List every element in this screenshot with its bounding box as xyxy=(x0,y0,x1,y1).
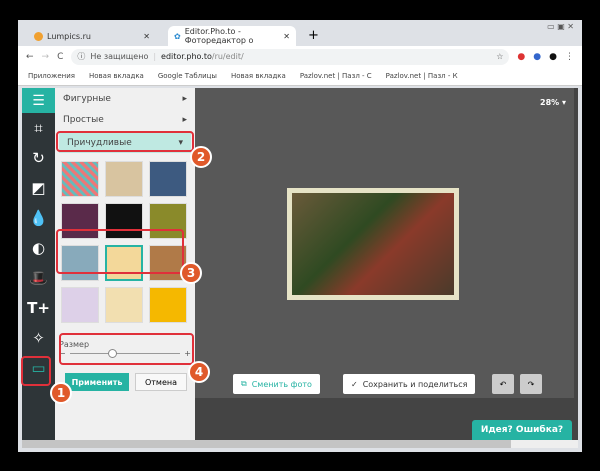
tab-title: Lumpics.ru xyxy=(47,31,91,41)
crop-icon[interactable]: ⌗ xyxy=(22,113,55,143)
frame-thumbnail[interactable] xyxy=(61,161,99,197)
forward-icon[interactable]: → xyxy=(42,52,50,62)
scrollbar-thumb[interactable] xyxy=(22,440,512,448)
frame-thumbnail[interactable] xyxy=(149,161,187,197)
chevron-right-icon: ▸ xyxy=(182,114,187,125)
hamburger-icon[interactable]: ☰ xyxy=(22,88,55,113)
url-path: /ru/edit/ xyxy=(211,52,244,61)
window-controls[interactable]: ▭ ▣ ✕ xyxy=(547,22,574,31)
redo-button[interactable]: ↷ xyxy=(520,374,542,394)
highlight-category xyxy=(56,131,194,152)
hat-icon[interactable]: 🎩 xyxy=(22,263,55,293)
favicon-icon: ✿ xyxy=(174,31,181,41)
url-host: editor.pho.to xyxy=(161,52,212,61)
highlight-size xyxy=(59,333,194,365)
back-icon[interactable]: ← xyxy=(26,52,34,62)
info-icon: ⓘ xyxy=(77,52,86,61)
undo-button[interactable]: ↶ xyxy=(492,374,514,394)
contrast-icon[interactable]: ◐ xyxy=(22,233,55,263)
tab-lumpics[interactable]: Lumpics.ru ✕ xyxy=(28,26,156,46)
photo-preview xyxy=(287,188,459,300)
tab-editor[interactable]: ✿ Editor.Pho.to - Фоторедактор о ✕ xyxy=(168,26,296,46)
zoom-level: 28% xyxy=(540,98,560,107)
bookmark-item[interactable]: Новая вкладка xyxy=(89,72,144,80)
bookmark-item[interactable]: Pazlov.net | Пазл - С xyxy=(300,72,372,80)
zoom-dropdown[interactable]: 28% ▾ xyxy=(540,98,566,107)
category-simple[interactable]: Простые ▸ xyxy=(55,109,195,130)
favicon-icon xyxy=(34,31,43,41)
step-badge: 4 xyxy=(188,361,210,383)
apply-button[interactable]: Применить xyxy=(65,373,129,391)
feedback-button[interactable]: Идея? Ошибка? xyxy=(472,420,572,440)
bookmark-item[interactable]: Pazlov.net | Пазл - К xyxy=(386,72,458,80)
category-label: Простые xyxy=(63,114,104,125)
security-label: Не защищено xyxy=(90,52,149,61)
tool-sidebar: ☰ ⌗ ↻ ◩ 💧 ◐ 🎩 T+ ✧ ▭ xyxy=(22,88,55,440)
frame-thumbnail[interactable] xyxy=(149,287,187,323)
address-bar[interactable]: ⓘ Не защищено | editor.pho.to/ru/edit/☆ xyxy=(71,48,510,65)
text-icon[interactable]: T+ xyxy=(22,293,55,323)
exposure-icon[interactable]: ◩ xyxy=(22,173,55,203)
change-photo-button[interactable]: ⧉ Сменить фото xyxy=(233,374,320,394)
close-icon[interactable]: ✕ xyxy=(143,32,150,41)
star-icon[interactable]: ☆ xyxy=(496,52,503,61)
bookmark-item[interactable]: Новая вкладка xyxy=(231,72,286,80)
cancel-button[interactable]: Отмена xyxy=(135,373,187,391)
tab-title: Editor.Pho.to - Фоторедактор о xyxy=(184,27,254,45)
highlight-frames xyxy=(56,229,184,274)
magic-wand-icon[interactable]: ✧ xyxy=(22,323,55,353)
bookmark-item[interactable]: Google Таблицы xyxy=(158,72,217,80)
menu-icon[interactable]: ⋮ xyxy=(565,52,574,62)
new-tab-button[interactable]: + xyxy=(308,28,319,43)
category-label: Фигурные xyxy=(63,93,111,104)
frame-thumbnail[interactable] xyxy=(61,287,99,323)
step-badge: 3 xyxy=(180,262,202,284)
extension-icon[interactable]: ● xyxy=(533,52,541,62)
photos-icon: ⧉ xyxy=(241,379,247,388)
horizontal-scrollbar[interactable] xyxy=(22,440,578,448)
button-label: Сохранить и поделиться xyxy=(362,379,468,389)
chevron-right-icon: ▸ xyxy=(182,93,187,104)
extension-icon[interactable]: ● xyxy=(517,52,525,62)
frame-thumbnail[interactable] xyxy=(105,161,143,197)
step-badge: 2 xyxy=(190,146,212,168)
highlight-frame-tool xyxy=(21,356,51,386)
bookmark-apps[interactable]: Приложения xyxy=(28,72,75,80)
avatar[interactable]: ● xyxy=(549,52,557,62)
bookmarks-bar: Приложения Новая вкладка Google Таблицы Нов… xyxy=(18,67,582,86)
category-figured[interactable]: Фигурные ▸ xyxy=(55,88,195,109)
close-icon[interactable]: ✕ xyxy=(283,32,290,41)
drop-icon[interactable]: 💧 xyxy=(22,203,55,233)
rotate-icon[interactable]: ↻ xyxy=(22,143,55,173)
reload-icon[interactable]: C xyxy=(57,52,63,62)
save-share-button[interactable]: ✓ Сохранить и поделиться xyxy=(343,374,476,394)
button-label: Сменить фото xyxy=(251,379,312,389)
step-badge: 1 xyxy=(50,382,72,404)
check-icon: ✓ xyxy=(351,379,358,389)
frame-thumbnail[interactable] xyxy=(105,287,143,323)
canvas-area: 28% ▾ ⧉ Сменить фото ✓ Сохранить и поделит… xyxy=(195,88,574,398)
